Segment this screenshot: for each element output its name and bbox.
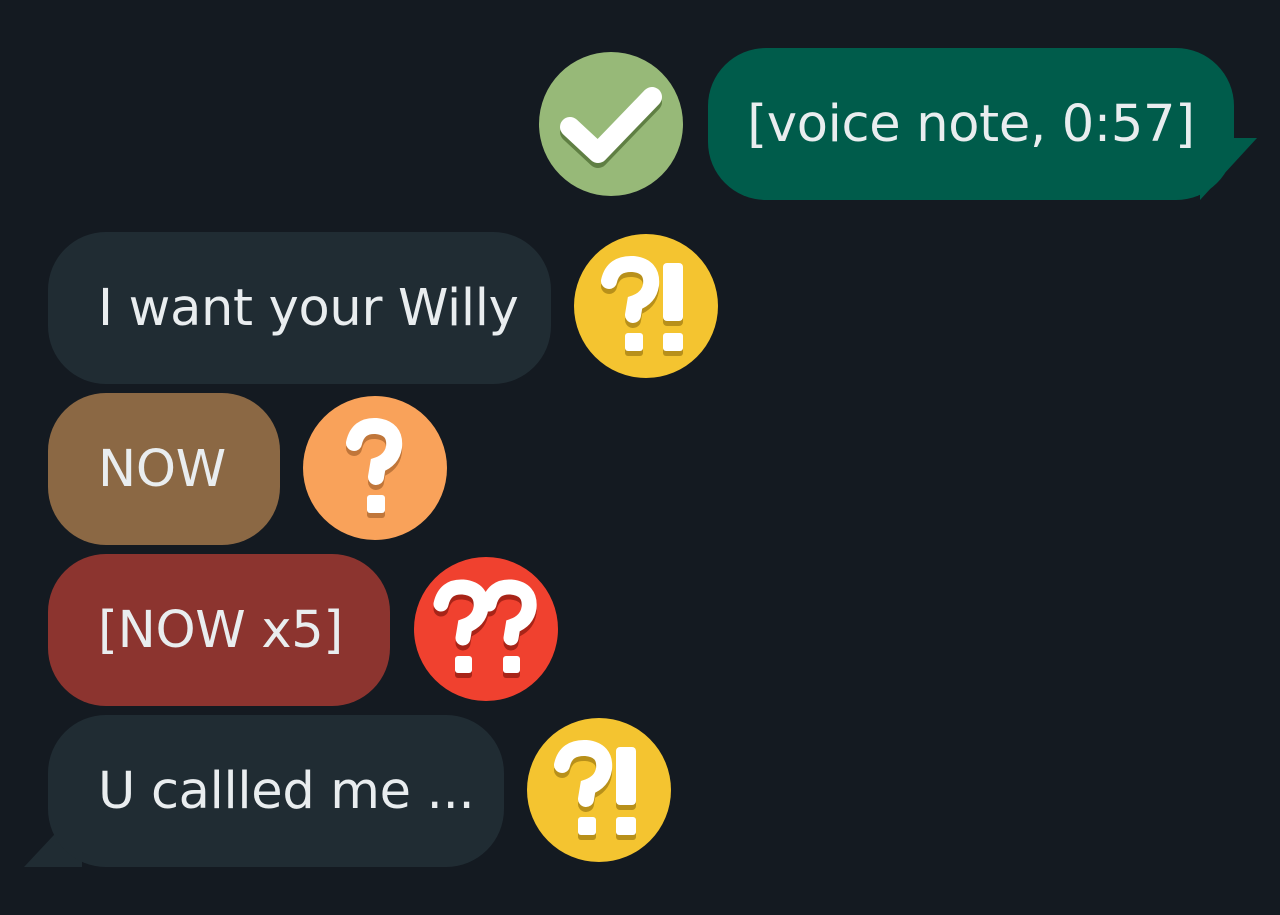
checkmark-reaction-badge [539,52,683,196]
chat-thread: [voice note, 0:57] I want your Willy NOW [0,0,1280,915]
interrobang-reaction-badge [574,234,718,378]
interrobang-icon [601,255,683,356]
double-question-icon [433,579,537,678]
interrobang-icon [554,739,636,840]
message-text: [NOW x5] [98,600,343,660]
question-reaction-badge [303,396,447,540]
message-text: U callled me ... [98,761,475,821]
incoming-message-bubble[interactable]: NOW [48,393,280,545]
message-text: NOW [98,439,226,499]
incoming-message-bubble[interactable]: [NOW x5] [48,554,390,706]
interrobang-reaction-badge [527,718,671,862]
message-text: [voice note, 0:57] [747,94,1195,154]
incoming-message-bubble[interactable]: I want your Willy [48,232,551,384]
checkmark-icon [560,87,662,168]
voice-note-message-bubble[interactable]: [voice note, 0:57] [708,48,1234,200]
question-icon [346,417,403,518]
double-question-reaction-badge [414,557,558,701]
incoming-message-bubble[interactable]: U callled me ... [48,715,504,867]
message-text: I want your Willy [98,278,519,338]
